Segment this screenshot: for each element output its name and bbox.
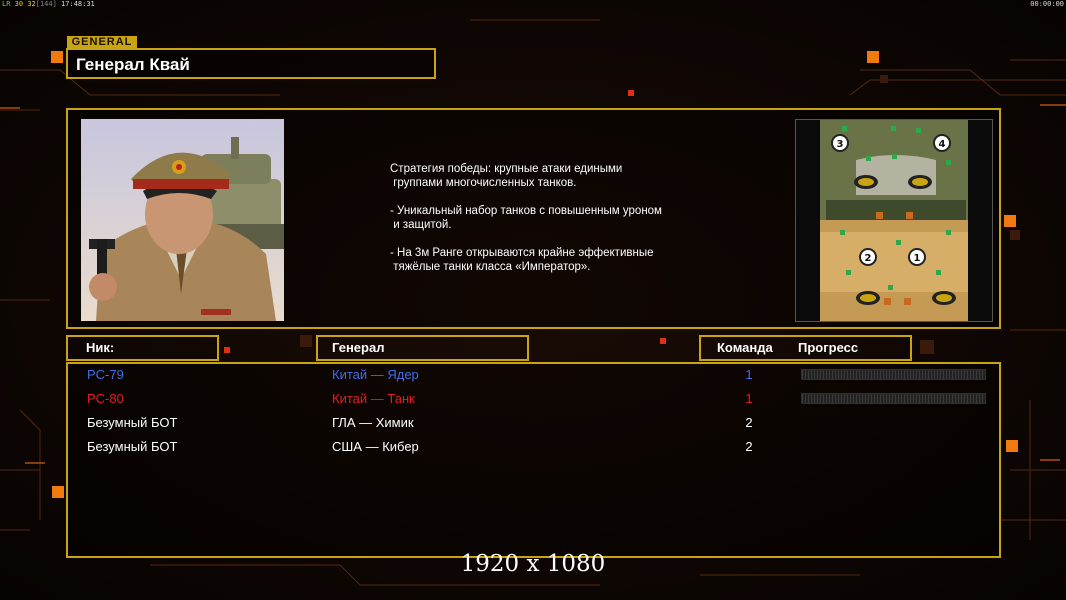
player-general: ГЛА — Химик bbox=[332, 415, 414, 430]
players-list: PC-79 Китай — Ядер 1 PC-80 Китай — Танк … bbox=[66, 362, 1001, 558]
strategy-line: - На 3м Ранге открываются крайне эффекти… bbox=[390, 247, 654, 259]
general-info-panel: Стратегия победы: крупные атаки едиными … bbox=[66, 108, 1001, 329]
loading-progress-bar bbox=[801, 393, 986, 404]
player-team: 2 bbox=[745, 439, 753, 454]
player-row: Безумный БОТ ГЛА — Химик 2 bbox=[68, 412, 999, 436]
column-header-team-progress: Команда Прогресс bbox=[699, 335, 912, 361]
resolution-label: 1920 x 1080 bbox=[460, 551, 606, 577]
fps-counter: LR 30 32[144] 17:48:31 bbox=[2, 0, 95, 9]
player-row: PC-79 Китай — Ядер 1 bbox=[68, 364, 999, 388]
strategy-line: группами многочисленных танков. bbox=[390, 177, 577, 189]
strategy-line: Стратегия победы: крупные атаки едиными bbox=[390, 163, 623, 175]
fps-value-a: 30 bbox=[14, 0, 24, 8]
general-name: Генерал Квай bbox=[76, 55, 190, 74]
player-team: 1 bbox=[745, 391, 753, 406]
player-team: 1 bbox=[745, 367, 753, 382]
column-header-progress: Прогресс bbox=[798, 340, 859, 355]
column-header-nick: Ник: bbox=[66, 335, 219, 361]
game-timer: 00:00:00 bbox=[1030, 0, 1064, 8]
map-preview: 3 4 2 1 bbox=[795, 119, 993, 322]
map-slot-label: 3 bbox=[837, 139, 844, 150]
strategy-line: - Уникальный набор танков с повышенным у… bbox=[390, 205, 662, 217]
column-header-general: Генерал bbox=[316, 335, 529, 361]
player-general: Китай — Танк bbox=[332, 391, 415, 406]
player-row: PC-80 Китай — Танк 1 bbox=[68, 388, 999, 412]
general-tag: GENERAL bbox=[67, 36, 137, 48]
fps-value-c: [144] bbox=[35, 0, 57, 8]
player-general: Китай — Ядер bbox=[332, 367, 419, 382]
loading-progress-bar bbox=[801, 369, 986, 380]
strategy-line: тяжёлые танки класса «Император». bbox=[390, 261, 591, 273]
player-nick: PC-80 bbox=[87, 391, 124, 406]
player-nick: PC-79 bbox=[87, 367, 124, 382]
strategy-line: и защитой. bbox=[390, 219, 452, 231]
fps-value-b: 32 bbox=[27, 0, 36, 8]
player-nick: Безумный БОТ bbox=[87, 415, 178, 430]
map-slot-label: 2 bbox=[865, 253, 872, 264]
column-header-team: Команда bbox=[717, 340, 773, 355]
player-general: США — Кибер bbox=[332, 439, 419, 454]
map-slot-label: 4 bbox=[939, 139, 946, 150]
player-row: Безумный БОТ США — Кибер 2 bbox=[68, 436, 999, 460]
general-name-box: Генерал Квай bbox=[66, 48, 436, 79]
map-slot-label: 1 bbox=[914, 253, 921, 264]
fps-label: LR bbox=[2, 0, 11, 8]
general-portrait bbox=[81, 119, 284, 321]
player-team: 2 bbox=[745, 415, 753, 430]
player-nick: Безумный БОТ bbox=[87, 439, 178, 454]
clock: 17:48:31 bbox=[61, 0, 95, 8]
strategy-description: Стратегия победы: крупные атаки едиными … bbox=[390, 162, 720, 274]
